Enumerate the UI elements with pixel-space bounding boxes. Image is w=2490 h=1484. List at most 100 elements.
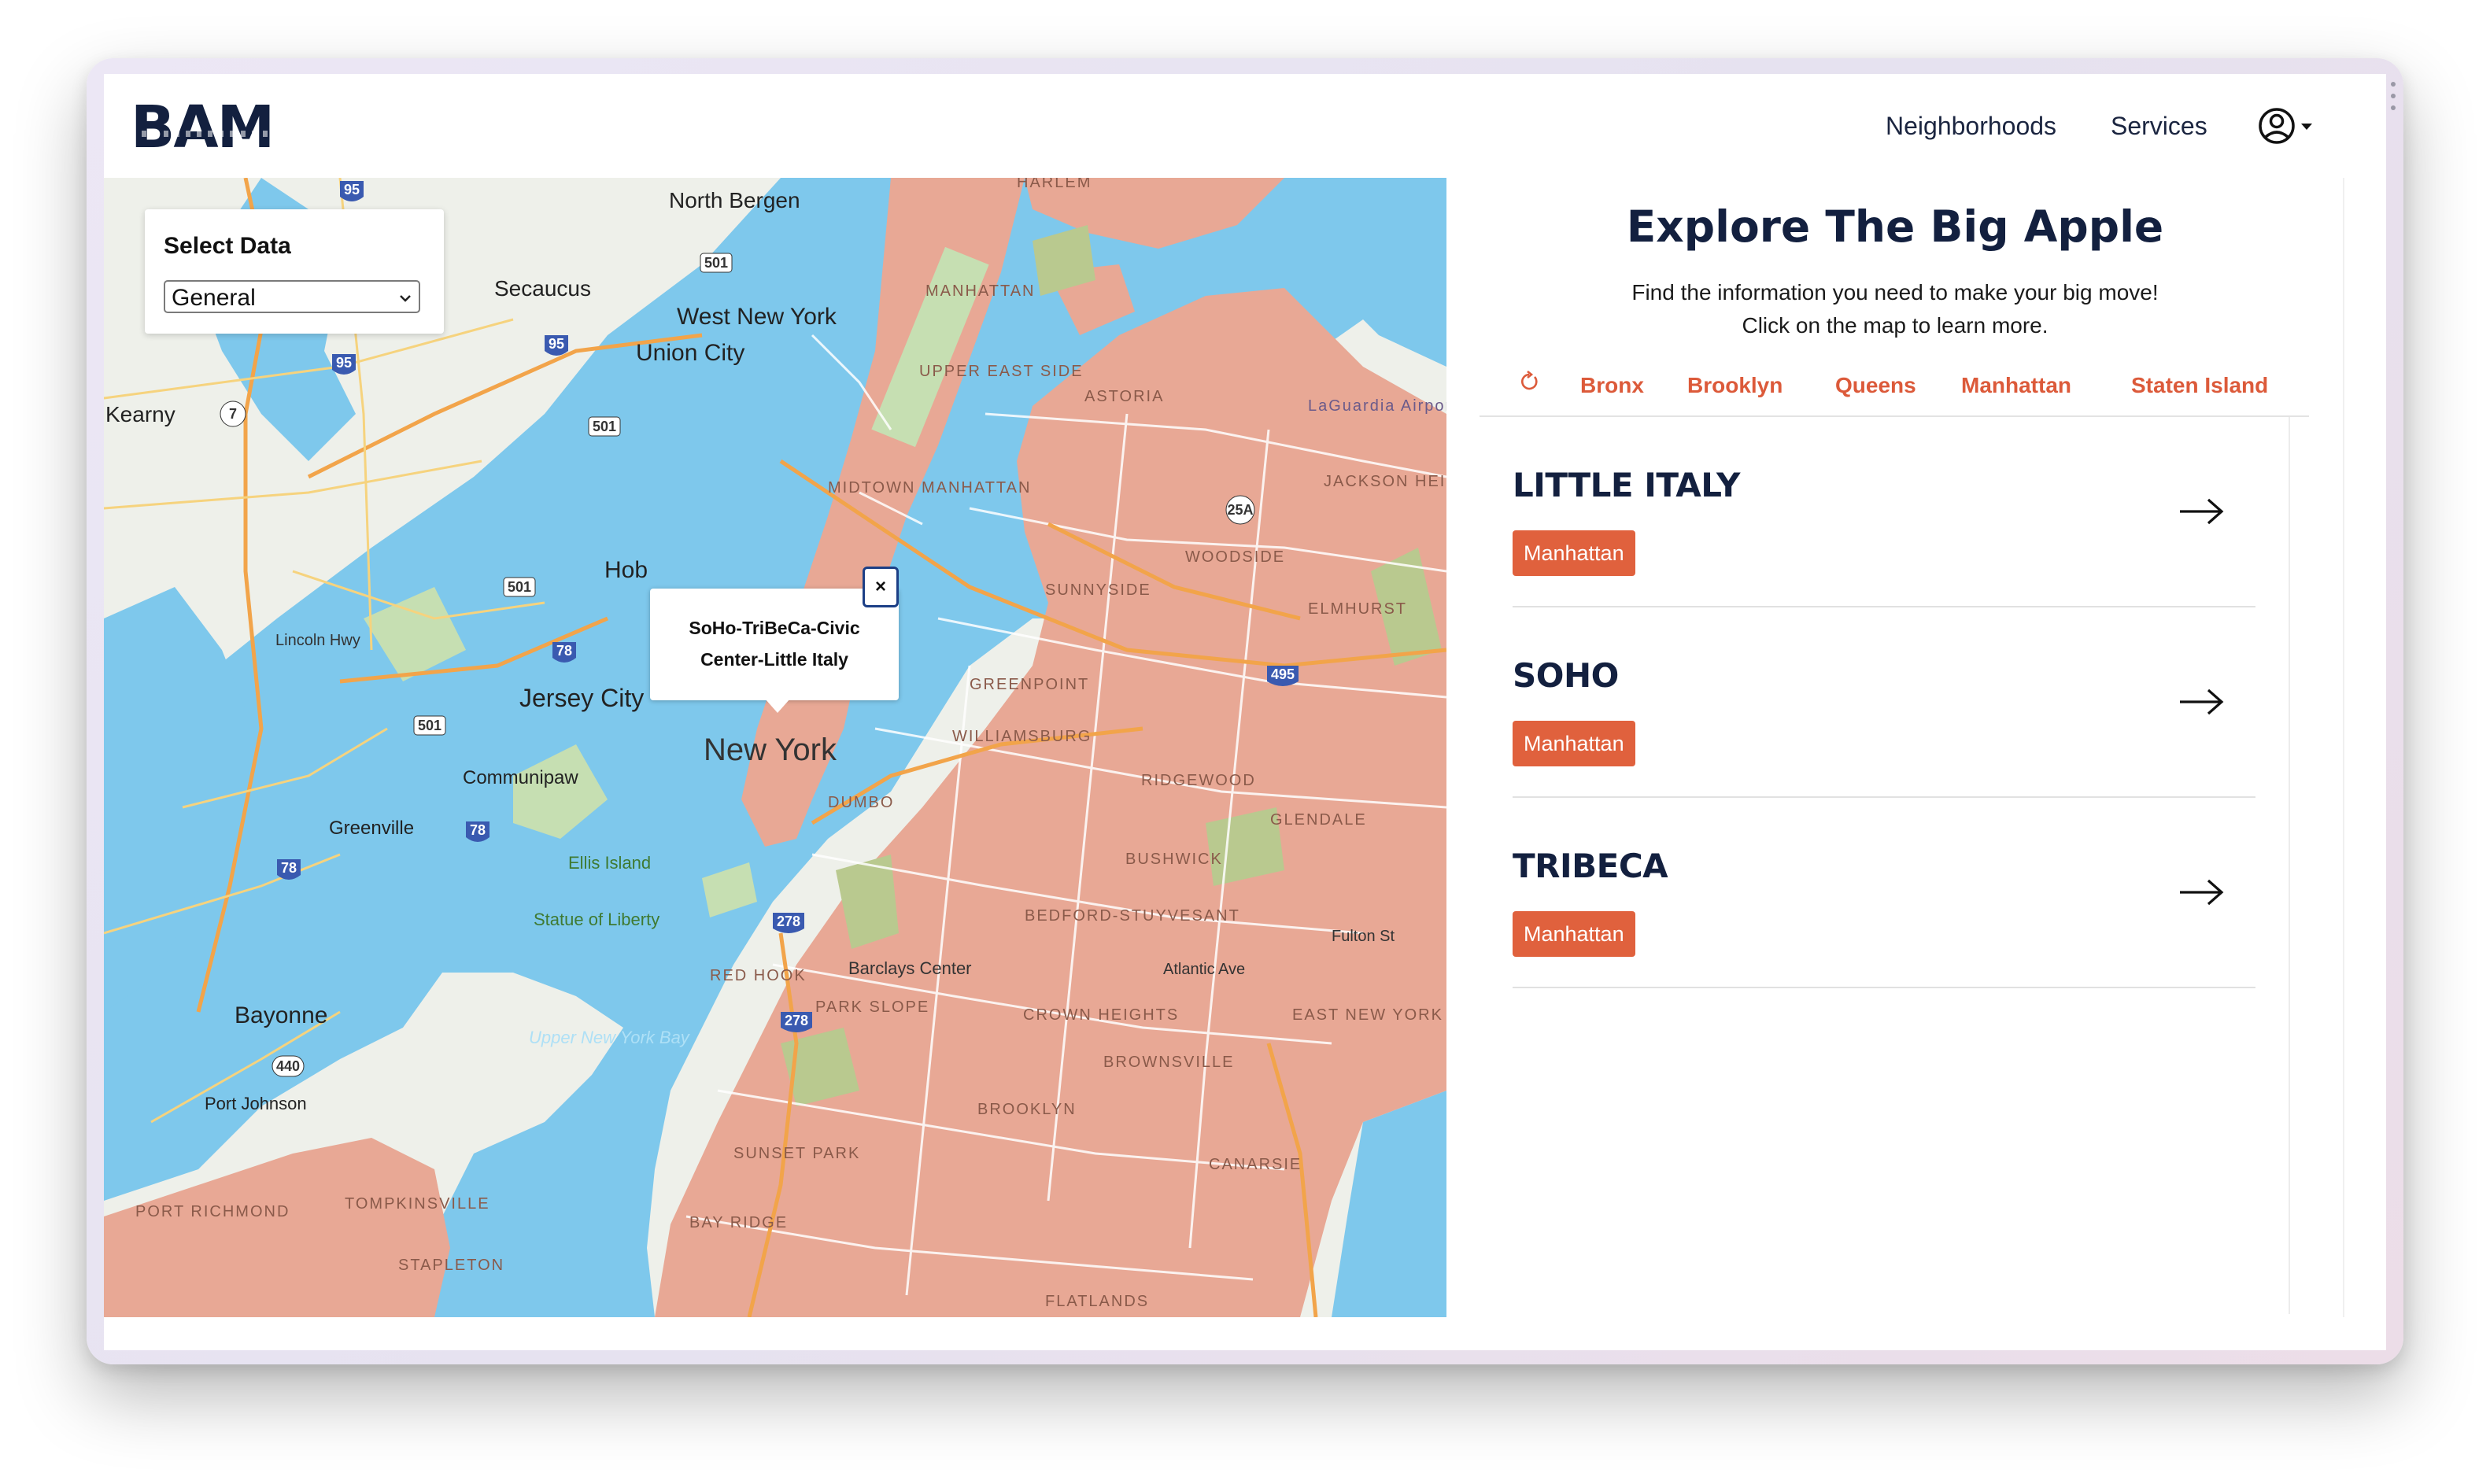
bam-logo[interactable]: BAM [131,96,275,159]
arrow-right-icon[interactable] [2177,496,2227,527]
window-bottom-strip [104,1317,2386,1350]
svg-text:7: 7 [229,406,237,422]
popup-close-button[interactable]: × [863,567,899,607]
map-label-communipaw: Communipaw [463,767,578,788]
chevron-down-icon [400,295,411,302]
map-label-sunnyside: SUNNYSIDE [1045,581,1151,599]
tab-queens[interactable]: Queens [1835,371,1916,400]
map-label-laguardia: LaGuardia Airport [1308,397,1446,415]
map-label-bushwick: BUSHWICK [1125,851,1223,868]
svg-text:501: 501 [508,579,531,595]
map-label-ues: UPPER EAST SIDE [919,363,1084,380]
shield-25a: 25A [1225,495,1255,525]
map-label-dumbo: DUMBO [828,794,894,811]
map-label-stapleton: STAPLETON [398,1257,504,1274]
svg-text:278: 278 [785,1013,808,1028]
map-label-sunset-park: SUNSET PARK [733,1145,860,1162]
shield-495: 495 [1267,666,1299,686]
map-label-hoboken: Hob [604,557,648,583]
user-circle-icon [2259,108,2312,144]
map-label-jersey-city: Jersey City [519,684,644,712]
shield-95b: 95 [332,354,356,375]
tab-manhattan[interactable]: Manhattan [1961,371,2071,400]
arrow-right-icon[interactable] [2177,877,2227,908]
map-label-woodside: WOODSIDE [1185,548,1285,566]
svg-text:278: 278 [777,914,800,929]
svg-text:95: 95 [336,355,352,371]
map-label-east-new-york: EAST NEW YORK [1292,1006,1443,1024]
page-subtitle-line2: Click on the map to learn more. [1742,313,2049,338]
tab-staten-island[interactable]: Staten Island [2131,371,2268,400]
map-label-atlantic: Atlantic Ave [1163,961,1245,978]
shield-278: 278 [773,913,804,933]
neighborhood-name: SOHO [1513,656,1619,695]
borough-filter-tabs: Bronx Brooklyn Queens Manhattan Staten I… [1446,365,2344,404]
neighborhood-card[interactable]: SOHO Manhattan [1513,607,2255,798]
reset-filter-button[interactable] [1517,370,1541,401]
map-label-west-new-york: West New York [677,304,837,330]
nav-neighborhoods-link[interactable]: Neighborhoods [1886,109,2056,143]
svg-text:501: 501 [418,718,441,733]
map-canvas[interactable]: North Bergen Secaucus West New York Unio… [104,178,1446,1317]
page-title: Explore The Big Apple [1626,201,2164,252]
shield-501: 501 [700,253,733,273]
refresh-icon [1521,370,1538,390]
borough-badge: Manhattan [1513,911,1635,957]
map-label-astoria: ASTORIA [1084,388,1164,405]
popup-neighborhood-name: SoHo-TriBeCa-Civic Center-Little Italy [689,618,860,670]
list-scrollbar[interactable] [2289,417,2290,1314]
page-subtitle-line1: Find the information you need to make yo… [1631,280,2159,305]
borough-badge: Manhattan [1513,721,1635,766]
svg-text:95: 95 [344,182,360,197]
map-label-bayonne: Bayonne [235,1002,327,1028]
map-label-red-hook: RED HOOK [710,967,807,984]
map-label-greenpoint: GREENPOINT [970,676,1089,693]
user-menu-button[interactable] [2257,105,2318,146]
map-label-north-bergen: North Bergen [669,188,800,212]
shield-501c: 501 [503,577,536,597]
borough-badge: Manhattan [1513,530,1635,576]
map-label-harlem: HARLEM [1017,178,1092,191]
map-label-kearny: Kearny [105,402,175,426]
svg-text:25A: 25A [1227,502,1253,518]
tab-bronx[interactable]: Bronx [1580,371,1644,400]
map-label-manhattan: MANHATTAN [925,282,1035,300]
map-label-midtown: MIDTOWN MANHATTAN [828,479,1031,497]
map-label-tompkinsville: TOMPKINSVILLE [345,1195,490,1213]
map-label-port-johnson: Port Johnson [205,1094,307,1113]
map-label-fulton: Fulton St [1332,928,1395,945]
map-label-upper-bay: Upper New York Bay [529,1028,691,1047]
svg-text:95: 95 [549,336,564,352]
map-label-new-york: New York [704,733,837,767]
neighborhood-popup: SoHo-TriBeCa-Civic Center-Little Italy [650,589,899,713]
map-label-lincoln-hwy: Lincoln Hwy [275,632,360,649]
map-label-crown-heights: CROWN HEIGHTS [1023,1006,1179,1024]
neighborhood-list: LITTLE ITALY Manhattan SOHO Manhattan TR… [1513,417,2255,988]
map-label-flatlands: FLATLANDS [1045,1293,1149,1310]
svg-text:78: 78 [281,860,297,876]
svg-text:78: 78 [556,643,572,659]
neighborhood-card[interactable]: TRIBECA Manhattan [1513,798,2255,988]
map-label-port-richmond: PORT RICHMOND [135,1203,290,1220]
tab-brooklyn[interactable]: Brooklyn [1687,371,1783,400]
data-type-select[interactable]: General [164,280,420,313]
map-label-bay-ridge: BAY RIDGE [689,1214,788,1231]
arrow-right-icon[interactable] [2177,686,2227,718]
svg-text:501: 501 [593,419,616,434]
shield-501d: 501 [413,715,446,736]
nav-services-link[interactable]: Services [2111,109,2207,143]
explore-panel: Explore The Big Apple Find the informati… [1446,178,2386,1317]
map-view[interactable]: North Bergen Secaucus West New York Unio… [104,178,1446,1317]
shield-7: 7 [220,401,246,427]
window-resize-grip[interactable] [2390,82,2396,110]
map-label-ellis-island: Ellis Island [568,853,651,873]
map-label-canarsie: CANARSIE [1209,1156,1302,1173]
neighborhood-card[interactable]: LITTLE ITALY Manhattan [1513,417,2255,607]
shield-440: 440 [272,1055,305,1077]
svg-text:78: 78 [470,822,486,838]
svg-text:501: 501 [704,255,728,271]
map-label-brownsville: BROWNSVILLE [1103,1054,1234,1071]
caret-down-icon [2301,124,2312,130]
shield-278b: 278 [781,1012,812,1032]
map-label-greenville: Greenville [329,818,414,839]
